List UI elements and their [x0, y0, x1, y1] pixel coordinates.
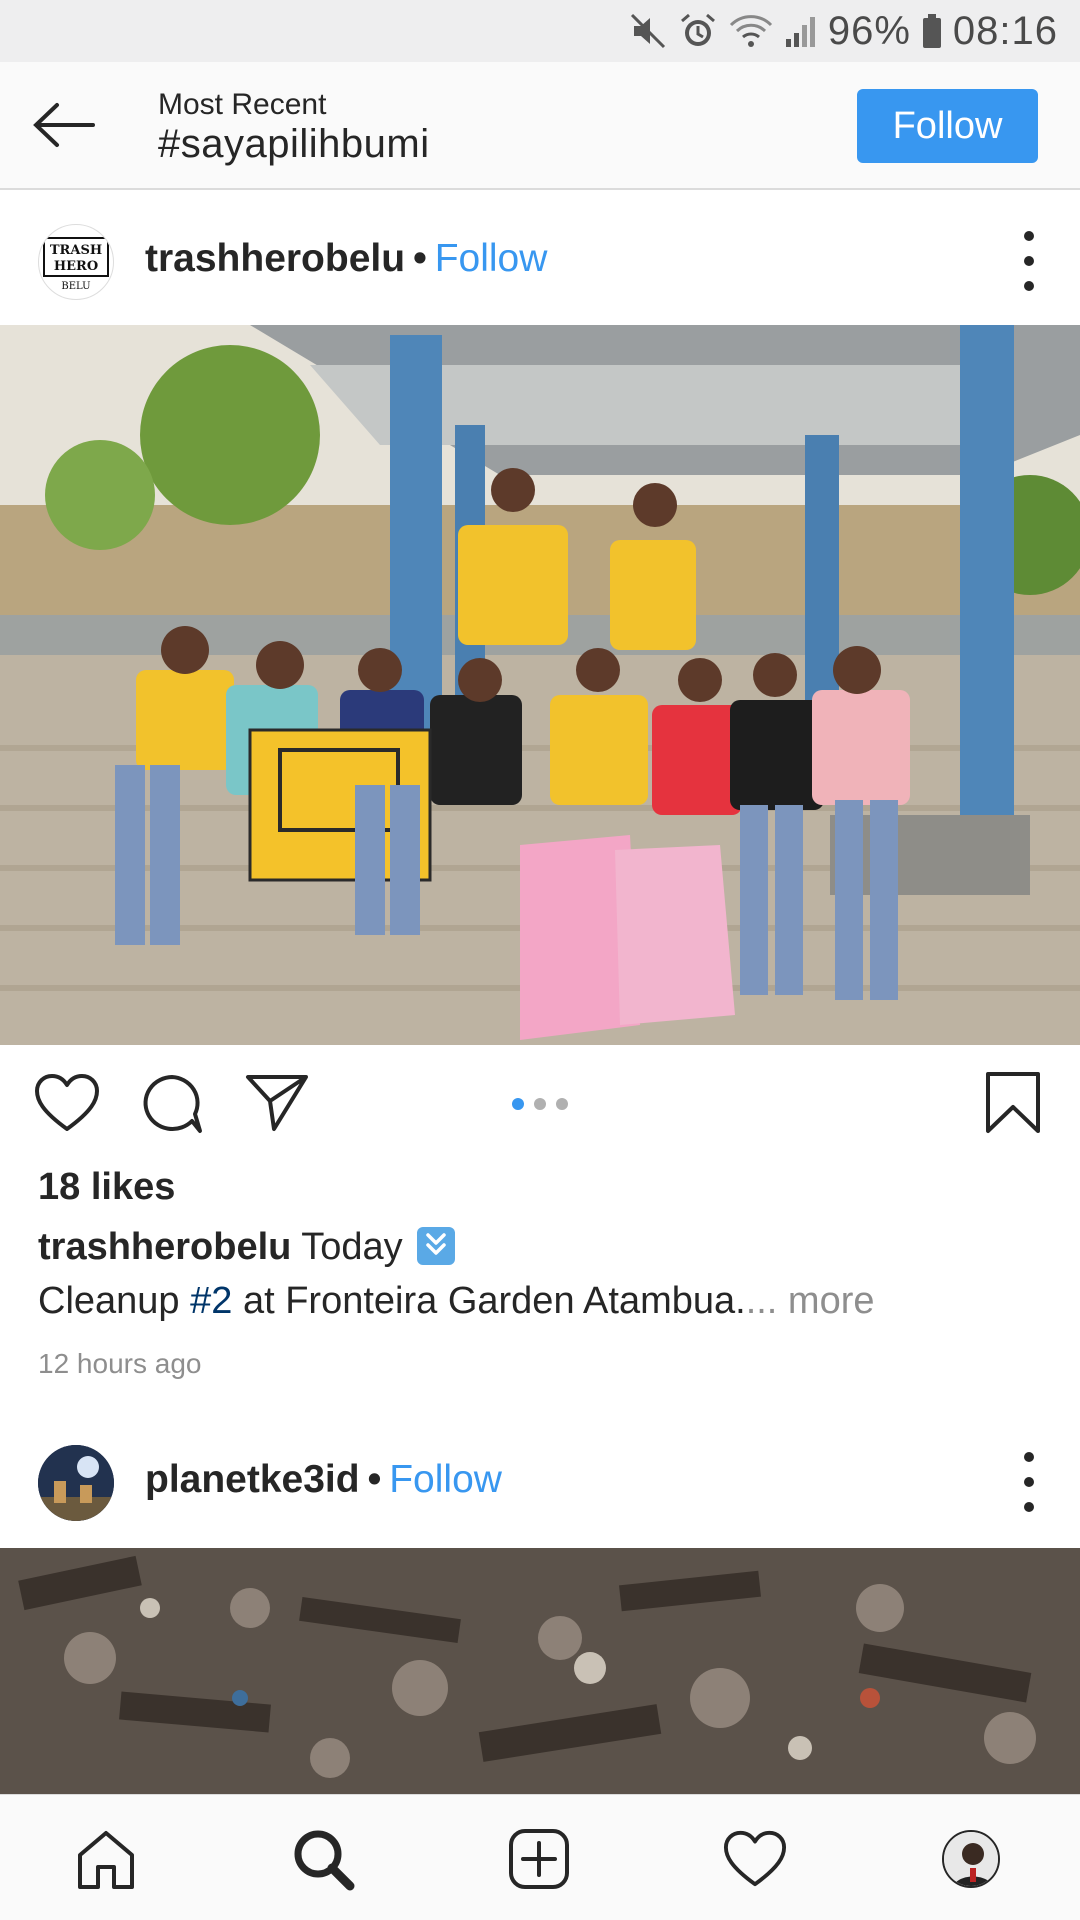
- post-header: planetke3id • Follow: [0, 1418, 1080, 1546]
- search-tab[interactable]: [287, 1823, 359, 1895]
- carousel-dot: [556, 1098, 568, 1110]
- clock: 08:16: [952, 8, 1058, 53]
- post-username-row: trashherobelu • Follow: [145, 237, 547, 281]
- dot-icon: [1024, 1452, 1034, 1462]
- add-post-icon: [509, 1829, 569, 1889]
- profile-tab[interactable]: [935, 1823, 1007, 1895]
- heart-icon[interactable]: [34, 1073, 100, 1138]
- post-photo[interactable]: [0, 325, 1080, 1045]
- likes-count[interactable]: 18 likes: [38, 1166, 175, 1209]
- more-options-button[interactable]: [1016, 1452, 1042, 1512]
- signal-icon: [784, 11, 818, 51]
- wifi-icon: [728, 11, 774, 51]
- caption-text: Today: [301, 1226, 403, 1268]
- avatar[interactable]: TRASH HERO BELU: [38, 224, 114, 300]
- caption-username[interactable]: trashherobelu: [38, 1226, 291, 1268]
- arrow-left-icon: [33, 103, 95, 147]
- caption-first-line: trashherobelu Today: [38, 1226, 456, 1269]
- carousel-indicator: [512, 1098, 568, 1110]
- post-photo[interactable]: [0, 1548, 1080, 1794]
- dot-icon: [1024, 281, 1034, 291]
- avatar-text-3: BELU: [61, 281, 90, 292]
- avatar-text-1: TRASH: [50, 243, 102, 258]
- caption-hashtag[interactable]: #2: [190, 1280, 232, 1322]
- heart-icon: [723, 1830, 787, 1887]
- header-subtitle: Most Recent: [158, 88, 327, 121]
- post-timestamp: 12 hours ago: [38, 1348, 202, 1379]
- follow-hashtag-button[interactable]: Follow: [857, 89, 1038, 163]
- top-header: Most Recent #sayapilihbumi Follow: [0, 62, 1080, 190]
- post-username-row: planetke3id • Follow: [145, 1458, 502, 1502]
- dot-icon: [1024, 231, 1034, 241]
- bottom-navigation: [0, 1794, 1080, 1920]
- carousel-dot: [534, 1098, 546, 1110]
- down-arrow-emoji-icon: [417, 1227, 456, 1265]
- share-icon[interactable]: [244, 1073, 310, 1138]
- comment-icon[interactable]: [140, 1073, 204, 1140]
- activity-tab[interactable]: [719, 1823, 791, 1895]
- dot-icon: [1024, 256, 1034, 266]
- alarm-icon: [678, 11, 718, 51]
- caption-line2-prefix: Cleanup: [38, 1280, 191, 1322]
- caption-line2-rest: at Fronteira Garden Atambua.: [232, 1280, 746, 1322]
- battery-icon: [921, 11, 943, 51]
- hashtag-title: #sayapilihbumi: [158, 122, 430, 166]
- battery-percent: 96%: [827, 8, 911, 53]
- status-bar: 96% 08:16: [0, 0, 1080, 62]
- post-header: TRASH HERO BELU trashherobelu • Follow: [0, 197, 1080, 325]
- caption-more-link[interactable]: ... more: [746, 1280, 875, 1322]
- new-post-tab[interactable]: [503, 1823, 575, 1895]
- more-options-button[interactable]: [1016, 231, 1042, 291]
- post-username[interactable]: planetke3id: [145, 1458, 360, 1501]
- carousel-dot: [512, 1098, 524, 1110]
- dot-icon: [1024, 1502, 1034, 1512]
- home-tab[interactable]: [70, 1823, 142, 1895]
- separator-dot: •: [367, 1458, 382, 1501]
- post-username[interactable]: trashherobelu: [145, 237, 405, 280]
- search-icon: [294, 1830, 355, 1891]
- follow-user-link[interactable]: Follow: [389, 1458, 502, 1501]
- mute-icon: [628, 11, 668, 51]
- dot-icon: [1024, 1477, 1034, 1487]
- caption-second-line: Cleanup #2 at Fronteira Garden Atambua..…: [38, 1280, 875, 1323]
- bookmark-icon[interactable]: [984, 1071, 1042, 1140]
- follow-user-link[interactable]: Follow: [435, 237, 548, 280]
- separator-dot: •: [413, 237, 427, 280]
- avatar[interactable]: [38, 1445, 114, 1521]
- home-icon: [78, 1831, 134, 1889]
- profile-avatar: [942, 1830, 1000, 1888]
- avatar-text-2: HERO: [54, 259, 98, 274]
- back-button[interactable]: [28, 98, 98, 152]
